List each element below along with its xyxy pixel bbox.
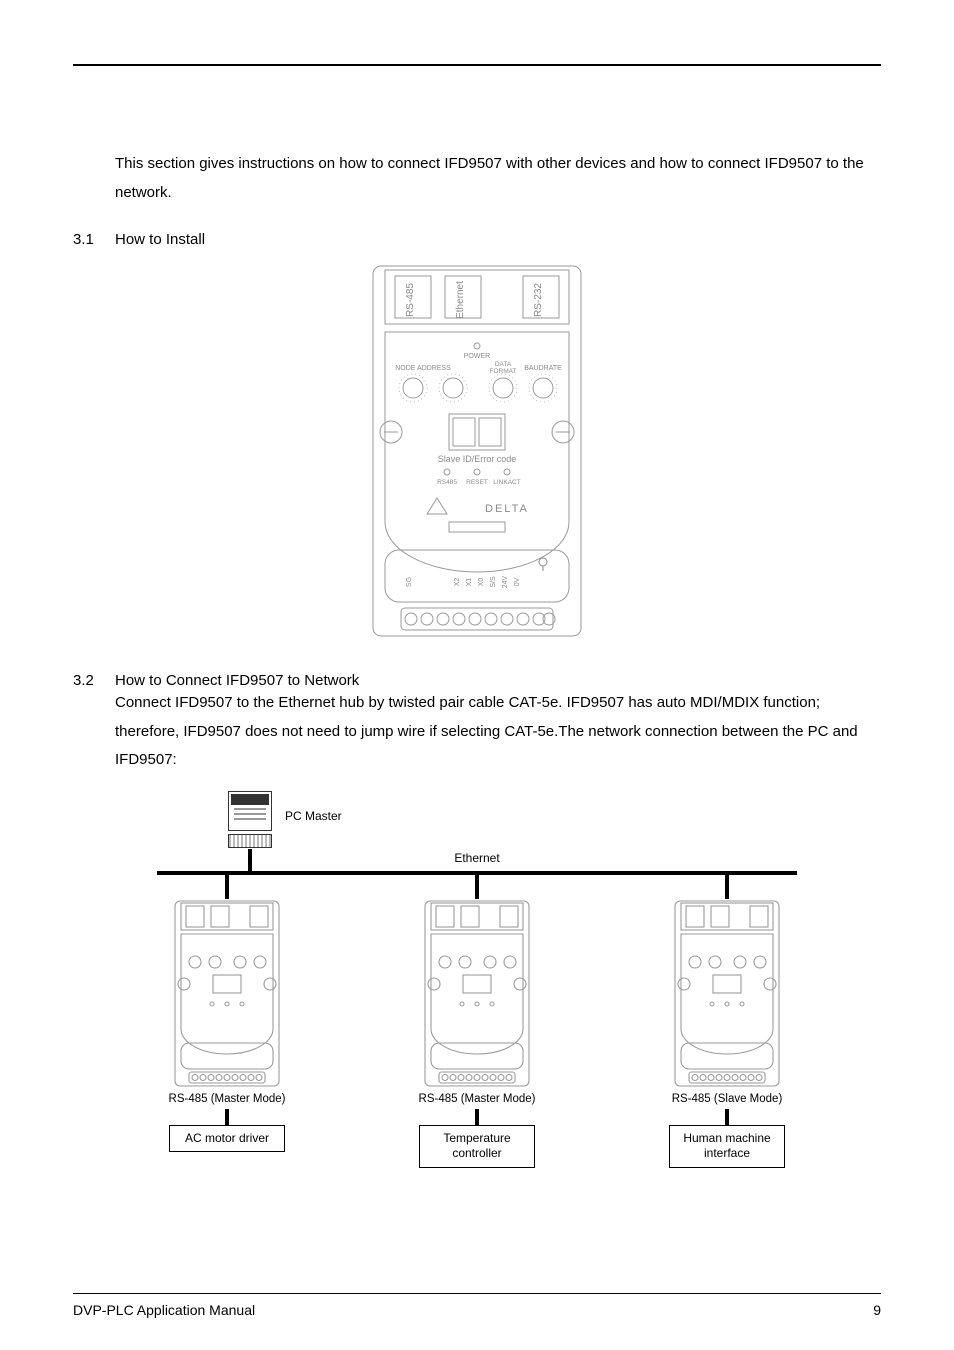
svg-text:LINKACT: LINKACT — [493, 479, 520, 486]
device-illustration: RS-485 Ethernet RS-232 POWER NODE ADDRES… — [367, 262, 587, 642]
mode-label: RS-485 (Slave Mode) — [657, 1093, 797, 1105]
section-number: 3.1 — [73, 231, 115, 248]
port-rs485-label: RS-485 — [405, 283, 416, 317]
unit-2: RS-485 (Master Mode) Temperature control… — [407, 899, 547, 1168]
bottom-rule — [73, 1293, 881, 1294]
endpoint-box: Temperature controller — [419, 1125, 535, 1168]
mode-label: RS-485 (Master Mode) — [407, 1093, 547, 1105]
svg-text:24V: 24V — [502, 575, 509, 588]
section-3-1: 3.1 How to Install — [73, 231, 881, 248]
svg-text:X1: X1 — [466, 578, 473, 587]
svg-text:0V: 0V — [514, 577, 521, 586]
page-number: 9 — [873, 1302, 881, 1318]
section-body: Connect IFD9507 to the Ethernet hub by t… — [115, 689, 881, 775]
drop-3 — [725, 871, 729, 899]
pc-icon — [228, 791, 272, 849]
svg-text:S/S: S/S — [490, 576, 497, 588]
ethernet-label: Ethernet — [157, 851, 797, 865]
svg-text:RS485: RS485 — [437, 479, 457, 486]
svg-text:RESET: RESET — [466, 479, 488, 486]
endpoint-box: AC motor driver — [169, 1125, 285, 1153]
svg-text:X2: X2 — [454, 578, 461, 587]
svg-text:DELTA: DELTA — [485, 503, 529, 515]
intro-text: This section gives instructions on how t… — [115, 150, 881, 207]
endpoint-box: Human machine interface — [669, 1125, 785, 1168]
network-diagram: PC Master Ethernet RS-485 (Master Mode) … — [157, 791, 797, 1201]
content-area: This section gives instructions on how t… — [73, 150, 881, 1201]
port-ethernet-label: Ethernet — [455, 281, 466, 319]
svg-text:DATA: DATA — [495, 361, 512, 368]
svg-text:X0: X0 — [478, 578, 485, 587]
drop-1 — [225, 871, 229, 899]
section-number: 3.2 — [73, 672, 115, 689]
svg-text:NODE ADDRESS: NODE ADDRESS — [395, 365, 451, 372]
svg-text:POWER: POWER — [464, 353, 490, 360]
mode-label: RS-485 (Master Mode) — [157, 1093, 297, 1105]
top-rule — [73, 64, 881, 66]
svg-text:Slave ID/Error code: Slave ID/Error code — [438, 454, 517, 464]
svg-text:BAUDRATE: BAUDRATE — [524, 365, 562, 372]
pc-master-label: PC Master — [285, 809, 342, 823]
port-rs232-label: RS-232 — [533, 283, 544, 317]
section-title: How to Install — [115, 231, 205, 248]
drop-2 — [475, 871, 479, 899]
figure-device: RS-485 Ethernet RS-232 POWER NODE ADDRES… — [73, 262, 881, 642]
section-title: How to Connect IFD9507 to Network — [115, 672, 359, 689]
svg-text:FORMAT: FORMAT — [490, 368, 517, 375]
section-3-2: 3.2 How to Connect IFD9507 to Network — [73, 672, 881, 689]
pc-feed-line — [248, 849, 252, 871]
unit-1: RS-485 (Master Mode) AC motor driver — [157, 899, 297, 1153]
mini-device-icon — [167, 899, 287, 1089]
footer-title: DVP-PLC Application Manual — [73, 1302, 255, 1318]
svg-text:SG: SG — [406, 577, 413, 587]
unit-3: RS-485 (Slave Mode) Human machine interf… — [657, 899, 797, 1168]
link-line — [225, 1109, 229, 1125]
